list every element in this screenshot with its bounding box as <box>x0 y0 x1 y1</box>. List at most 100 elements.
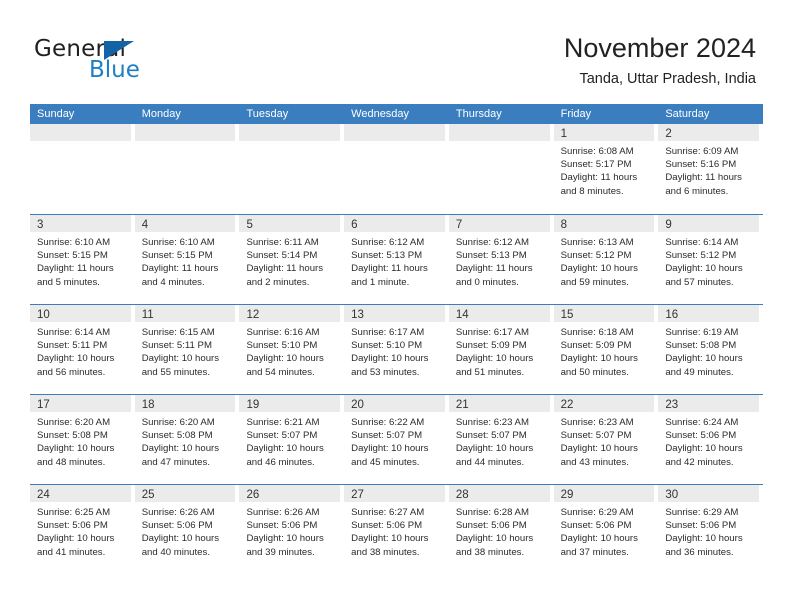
day-sun-info: Sunrise: 6:26 AM Sunset: 5:06 PM Daylight:… <box>239 502 340 559</box>
daylight-text-line2: and 5 minutes. <box>37 276 100 288</box>
day-number: 11 <box>141 309 154 321</box>
calendar-day-cell[interactable]: 21 Sunrise: 6:23 AM Sunset: 5:07 PM Dayligh… <box>448 395 554 484</box>
day-sun-info: Sunrise: 6:17 AM Sunset: 5:09 PM Daylight:… <box>449 322 550 379</box>
daylight-text-line1: Daylight: 11 hours <box>37 263 114 275</box>
day-number: 9 <box>665 219 672 231</box>
daylight-text-line2: and 54 minutes. <box>246 366 315 378</box>
sunset-text: Sunset: 5:16 PM <box>665 159 737 171</box>
day-sun-info: Sunrise: 6:20 AM Sunset: 5:08 PM Daylight:… <box>135 412 236 469</box>
day-number: 15 <box>560 309 574 321</box>
calendar-day-cell[interactable]: 23 Sunrise: 6:24 AM Sunset: 5:06 PM Dayligh… <box>658 395 763 484</box>
day-number-band: 9 <box>658 215 760 232</box>
sunrise-text: Sunrise: 6:20 AM <box>37 417 111 428</box>
day-number-band: 29 <box>553 485 655 502</box>
calendar-day-cell[interactable]: 28 Sunrise: 6:28 AM Sunset: 5:06 PM Dayligh… <box>448 485 554 574</box>
daylight-text-line2: and 39 minutes. <box>246 546 315 558</box>
calendar-day-cell[interactable]: 1 Sunrise: 6:08 AM Sunset: 5:17 PM Daylight… <box>553 124 659 214</box>
day-number-band: 5 <box>239 215 341 232</box>
day-sun-info: Sunrise: 6:26 AM Sunset: 5:06 PM Daylight:… <box>135 502 236 559</box>
calendar-day-cell[interactable]: 6 Sunrise: 6:12 AM Sunset: 5:13 PM Daylight… <box>344 215 449 304</box>
calendar-day-cell[interactable]: 18 Sunrise: 6:20 AM Sunset: 5:08 PM Dayligh… <box>134 395 240 484</box>
calendar-day-cell[interactable]: 19 Sunrise: 6:21 AM Sunset: 5:07 PM Dayligh… <box>239 395 344 484</box>
day-sun-info: Sunrise: 6:23 AM Sunset: 5:07 PM Daylight:… <box>554 412 655 469</box>
calendar-day-cell[interactable]: 27 Sunrise: 6:27 AM Sunset: 5:06 PM Dayligh… <box>344 485 449 574</box>
day-sun-info: Sunrise: 6:12 AM Sunset: 5:13 PM Daylight:… <box>344 232 445 289</box>
calendar-day-cell-empty <box>448 124 554 214</box>
sunset-text: Sunset: 5:10 PM <box>246 340 318 352</box>
day-number-band: 30 <box>658 485 760 502</box>
sunrise-text: Sunrise: 6:18 AM <box>560 327 634 338</box>
daylight-text-line1: Daylight: 10 hours <box>560 443 638 455</box>
daylight-text-line2: and 47 minutes. <box>141 456 210 468</box>
calendar-day-cell[interactable]: 20 Sunrise: 6:22 AM Sunset: 5:07 PM Dayligh… <box>344 395 449 484</box>
calendar-day-cell[interactable]: 13 Sunrise: 6:17 AM Sunset: 5:10 PM Dayligh… <box>344 305 449 394</box>
daylight-text-line2: and 55 minutes. <box>141 366 210 378</box>
calendar-weeks: 1 Sunrise: 6:08 AM Sunset: 5:17 PM Daylight… <box>30 124 763 574</box>
page-header: General Blue November 2024 Tanda, Uttar … <box>0 0 792 104</box>
sunset-text: Sunset: 5:15 PM <box>37 250 108 262</box>
sunset-text: Sunset: 5:07 PM <box>560 430 632 442</box>
daylight-text-line2: and 45 minutes. <box>351 456 420 468</box>
sunset-text: Sunset: 5:06 PM <box>665 430 737 442</box>
sunrise-text: Sunrise: 6:10 AM <box>141 237 215 248</box>
calendar-day-cell[interactable]: 2 Sunrise: 6:09 AM Sunset: 5:16 PM Daylight… <box>658 124 763 214</box>
calendar-day-cell-empty <box>30 124 135 214</box>
day-sun-info: Sunrise: 6:18 AM Sunset: 5:09 PM Daylight:… <box>554 322 655 379</box>
calendar-week-row: 1 Sunrise: 6:08 AM Sunset: 5:17 PM Daylight… <box>30 124 763 214</box>
generalblue-logo[interactable]: General Blue <box>34 36 224 88</box>
calendar-grid: Sunday Monday Tuesday Wednesday Thursday… <box>30 104 763 574</box>
day-number-band: 7 <box>448 215 550 232</box>
day-number: 29 <box>560 489 574 501</box>
daylight-text-line1: Daylight: 10 hours <box>455 533 534 545</box>
weekday-header-sunday: Sunday <box>37 108 75 120</box>
daylight-text-line1: Daylight: 10 hours <box>141 533 220 545</box>
day-number-band: 22 <box>553 395 655 412</box>
calendar-day-cell[interactable]: 4 Sunrise: 6:10 AM Sunset: 5:15 PM Daylight… <box>134 215 240 304</box>
calendar-day-cell[interactable]: 7 Sunrise: 6:12 AM Sunset: 5:13 PM Daylight… <box>448 215 554 304</box>
sunset-text: Sunset: 5:06 PM <box>37 520 108 532</box>
daylight-text-line2: and 4 minutes. <box>141 276 205 288</box>
calendar-day-cell[interactable]: 29 Sunrise: 6:29 AM Sunset: 5:06 PM Dayligh… <box>553 485 659 574</box>
calendar-day-cell[interactable]: 15 Sunrise: 6:18 AM Sunset: 5:09 PM Dayligh… <box>553 305 659 394</box>
day-sun-info: Sunrise: 6:24 AM Sunset: 5:06 PM Daylight:… <box>658 412 759 469</box>
calendar-day-cell[interactable]: 26 Sunrise: 6:26 AM Sunset: 5:06 PM Dayligh… <box>239 485 344 574</box>
calendar-day-cell[interactable]: 30 Sunrise: 6:29 AM Sunset: 5:06 PM Dayligh… <box>658 485 763 574</box>
day-number: 28 <box>455 489 469 501</box>
calendar-day-cell[interactable]: 22 Sunrise: 6:23 AM Sunset: 5:07 PM Dayligh… <box>553 395 659 484</box>
day-number-band: 3 <box>30 215 131 232</box>
calendar-day-cell[interactable]: 5 Sunrise: 6:11 AM Sunset: 5:14 PM Daylight… <box>239 215 344 304</box>
daylight-text-line1: Daylight: 10 hours <box>665 353 743 365</box>
calendar-day-cell[interactable]: 3 Sunrise: 6:10 AM Sunset: 5:15 PM Daylight… <box>30 215 135 304</box>
day-sun-info: Sunrise: 6:10 AM Sunset: 5:15 PM Daylight:… <box>135 232 236 289</box>
sunset-text: Sunset: 5:06 PM <box>141 520 213 532</box>
day-number-band <box>344 124 445 141</box>
calendar-day-cell[interactable]: 25 Sunrise: 6:26 AM Sunset: 5:06 PM Dayligh… <box>134 485 240 574</box>
page-subtitle: Tanda, Uttar Pradesh, India <box>579 71 756 87</box>
day-number-band: 2 <box>658 124 760 141</box>
daylight-text-line1: Daylight: 10 hours <box>665 263 743 275</box>
day-number: 22 <box>560 399 574 411</box>
sunset-text: Sunset: 5:14 PM <box>246 250 318 262</box>
sunrise-text: Sunrise: 6:24 AM <box>665 417 739 428</box>
daylight-text-line2: and 59 minutes. <box>560 276 629 288</box>
calendar-day-cell[interactable]: 24 Sunrise: 6:25 AM Sunset: 5:06 PM Dayligh… <box>30 485 135 574</box>
calendar-day-cell[interactable]: 11 Sunrise: 6:15 AM Sunset: 5:11 PM Dayligh… <box>134 305 240 394</box>
daylight-text-line2: and 51 minutes. <box>455 366 525 378</box>
day-number-band: 28 <box>448 485 550 502</box>
calendar-day-cell[interactable]: 9 Sunrise: 6:14 AM Sunset: 5:12 PM Daylight… <box>658 215 763 304</box>
sunset-text: Sunset: 5:08 PM <box>665 340 737 352</box>
daylight-text-line1: Daylight: 10 hours <box>351 443 429 455</box>
calendar-day-cell[interactable]: 16 Sunrise: 6:19 AM Sunset: 5:08 PM Dayligh… <box>658 305 763 394</box>
sunrise-text: Sunrise: 6:25 AM <box>37 507 111 518</box>
day-number-band: 24 <box>30 485 131 502</box>
day-number-band <box>30 124 131 141</box>
calendar-day-cell[interactable]: 17 Sunrise: 6:20 AM Sunset: 5:08 PM Dayligh… <box>30 395 135 484</box>
calendar-day-cell[interactable]: 12 Sunrise: 6:16 AM Sunset: 5:10 PM Dayligh… <box>239 305 344 394</box>
daylight-text-line1: Daylight: 10 hours <box>37 533 115 545</box>
calendar-day-cell[interactable]: 14 Sunrise: 6:17 AM Sunset: 5:09 PM Dayligh… <box>448 305 554 394</box>
day-sun-info: Sunrise: 6:14 AM Sunset: 5:12 PM Daylight:… <box>658 232 759 289</box>
sunrise-text: Sunrise: 6:12 AM <box>455 237 529 248</box>
calendar-day-cell[interactable]: 8 Sunrise: 6:13 AM Sunset: 5:12 PM Daylight… <box>553 215 659 304</box>
daylight-text-line1: Daylight: 10 hours <box>246 533 324 545</box>
calendar-day-cell[interactable]: 10 Sunrise: 6:14 AM Sunset: 5:11 PM Dayligh… <box>30 305 135 394</box>
